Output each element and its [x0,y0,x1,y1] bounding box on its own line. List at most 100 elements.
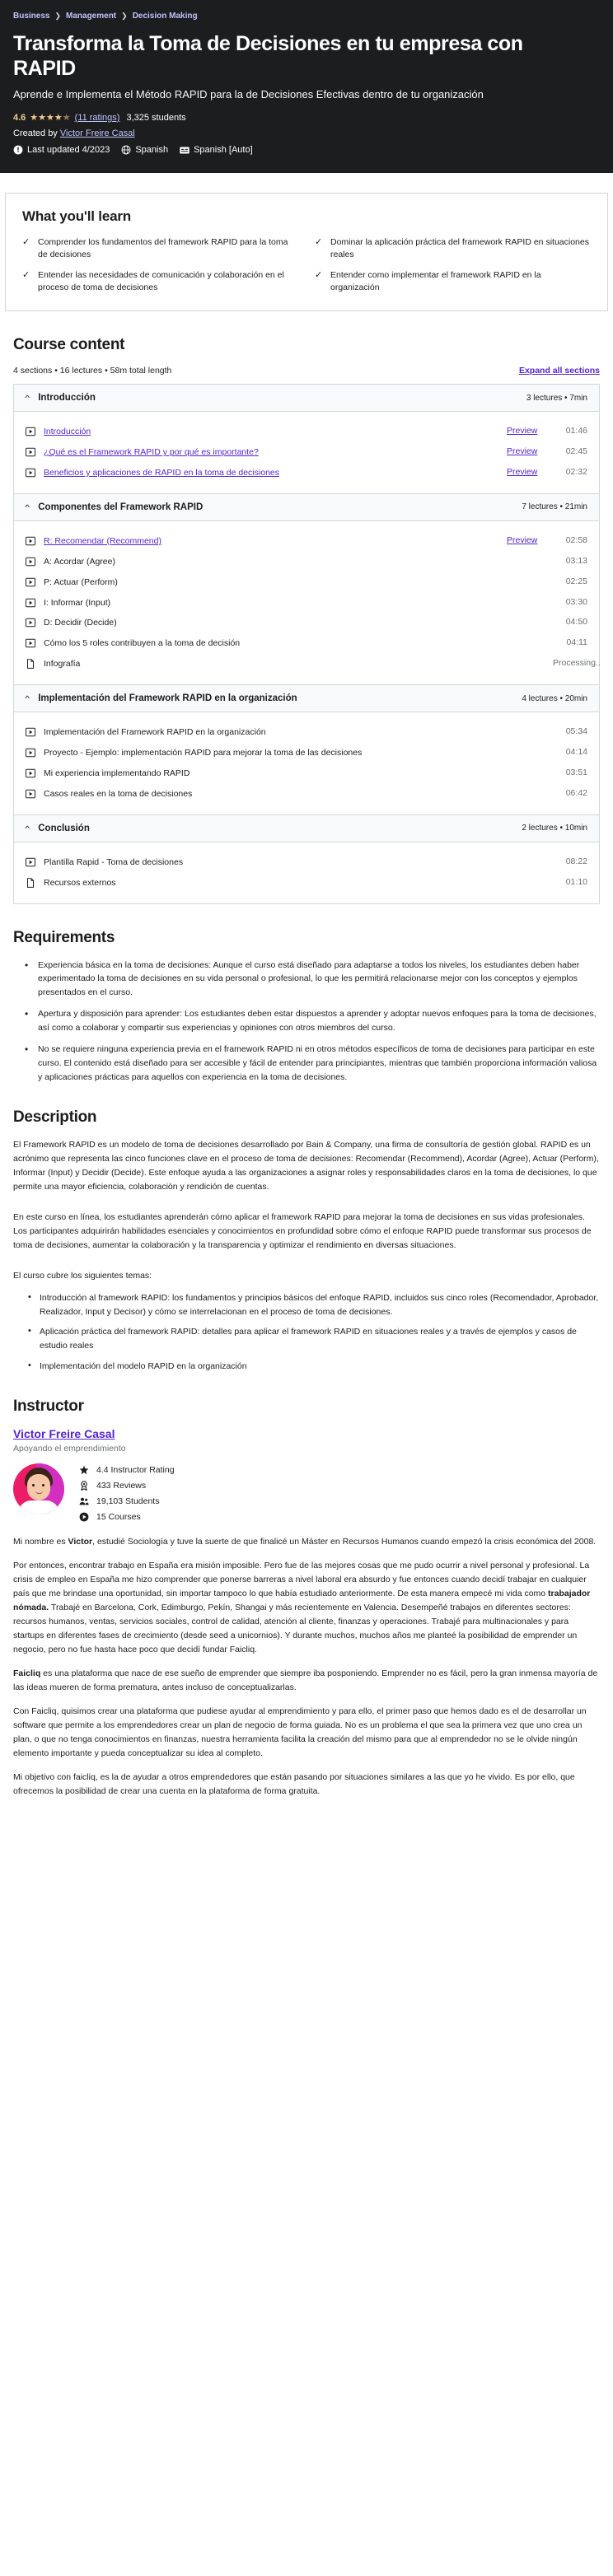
breadcrumb-item-business[interactable]: Business [13,12,49,21]
lecture-duration: 05:34 [565,726,587,737]
lecture-row[interactable]: R: Recomendar (Recommend) Preview 02:58 [14,531,599,552]
ratings-count-link[interactable]: (11 ratings) [75,113,120,123]
instructor-name-link[interactable]: Victor Freire Casal [13,1427,115,1440]
lecture-row[interactable]: Implementación del Framework RAPID en la… [14,722,599,743]
video-icon [26,598,35,608]
lecture-title[interactable]: Introducción [44,426,498,438]
award-icon [79,1481,89,1491]
curriculum-section-header[interactable]: ^ Introducción 3 lectures • 7min [14,385,599,413]
instructor-link[interactable]: Victor Freire Casal [60,128,135,138]
lecture-row[interactable]: Plantilla Rapid - Toma de decisiones 08:2… [14,852,599,873]
curriculum-lecture-list: Implementación del Framework RAPID en la… [14,712,599,814]
breadcrumb-item-management[interactable]: Management [66,12,116,21]
instructor-stat: 433 Reviews [79,1481,175,1491]
curriculum-section-meta: 4 lectures • 20min [522,693,587,703]
description-paragraph: En este curso en línea, los estudiantes … [13,1212,592,1251]
curriculum-section-title: Introducción [38,393,96,404]
breadcrumb-item-decision-making[interactable]: Decision Making [133,12,198,21]
requirement-item: Experiencia básica en la toma de decisio… [25,958,600,1000]
rating-value: 4.6 [13,112,26,123]
breadcrumb: Business ❯ Management ❯ Decision Making [13,12,600,21]
star-icon [79,1465,89,1475]
lecture-row[interactable]: Infografía Processing.. [14,654,601,674]
lecture-row[interactable]: Mi experiencia implementando RAPID 03:51 [14,763,599,784]
curriculum-lecture-list: Plantilla Rapid - Toma de decisiones 08:2… [14,842,599,903]
created-by-label: Created by [13,128,58,139]
instructor-stat-text: 4.4 Instructor Rating [96,1465,175,1476]
rating-row: 4.6 ★★★★★ (11 ratings) 3,325 students [13,112,600,124]
students-count: 3,325 students [126,112,186,123]
language-meta: Spanish [121,145,168,155]
lecture-title[interactable]: Beneficios y aplicaciones de RAPID en la… [44,467,498,479]
video-icon [26,468,35,478]
lecture-row[interactable]: P: Actuar (Perform) 02:25 [14,572,599,593]
lecture-row[interactable]: D: Decidir (Decide) 04:50 [14,613,599,633]
last-updated-meta: Last updated 4/2023 [13,145,110,155]
lecture-title: Infografía [44,659,81,670]
lecture-title: I: Informar (Input) [44,597,111,608]
document-icon [26,877,35,888]
video-icon [26,768,35,778]
lecture-row[interactable]: Cómo los 5 roles contribuyen a la toma d… [14,633,599,654]
description-topic-item: Implementación del modelo RAPID en la or… [28,1359,600,1374]
check-icon: ✓ [315,270,323,281]
captions-text: Spanish [Auto] [194,145,253,156]
lecture-preview-link[interactable]: Preview [507,446,545,456]
learn-item: ✓ Entender como implementar el framework… [315,269,591,294]
check-icon: ✓ [22,270,30,281]
instructor-bio-paragraph: Mi objetivo con faicliq, es la de ayudar… [13,1772,575,1797]
lecture-duration: 01:10 [565,876,587,887]
lecture-duration: 03:13 [565,555,587,566]
lecture-title: Mi experiencia implementando RAPID [44,768,190,778]
curriculum-section-header[interactable]: ^ Implementación del Framework RAPID en l… [14,685,599,713]
description-topic-item: Aplicación práctica del framework RAPID:… [28,1324,600,1352]
expand-all-sections-button[interactable]: Expand all sections [519,366,600,376]
lecture-row[interactable]: A: Acordar (Agree) 03:13 [14,552,599,572]
lecture-duration: 04:11 [566,637,588,648]
lecture-row[interactable]: Casos reales en la toma de decisiones 06:… [14,784,599,805]
users-icon [79,1496,89,1506]
lecture-title[interactable]: R: Recomendar (Recommend) [44,535,498,548]
lecture-duration: 02:25 [565,576,587,586]
avatar[interactable] [13,1463,64,1515]
instructor-bio-paragraph: Mi nombre es Victor, estudié Sociología … [13,1537,597,1547]
curriculum-lecture-list: Introducción Preview 01:46 ¿Qué es el Frame… [14,412,599,493]
lecture-row[interactable]: ¿Qué es el Framework RAPID y por qué es … [14,442,599,463]
instructor-bio: Mi nombre es Victor, estudié Sociología … [13,1535,600,1799]
instructor-bio-paragraph: Faicliq es una plataforma que nace de es… [13,1668,598,1693]
what-you-will-learn-grid: ✓ Comprender los fundamentos del framewo… [22,236,591,294]
lecture-row[interactable]: Introducción Preview 01:46 [14,422,599,442]
curriculum-section-header[interactable]: ^ Componentes del Framework RAPID 7 lectur… [14,493,599,521]
lecture-row[interactable]: Proyecto - Ejemplo: implementación RAPID… [14,743,599,763]
learn-item-text: Dominar la aplicación práctica del frame… [330,237,589,260]
lecture-preview-link[interactable]: Preview [507,535,545,545]
lecture-duration: 04:14 [565,747,587,758]
captions-meta: Spanish [Auto] [180,145,253,155]
course-content-title: Course content [13,336,125,354]
lecture-title[interactable]: ¿Qué es el Framework RAPID y por qué es … [44,446,498,459]
video-icon [26,789,35,799]
curriculum-section: ^ Conclusión 2 lectures • 10min Plantilla R… [14,814,599,904]
lecture-row[interactable]: I: Informar (Input) 03:30 [14,593,599,614]
instructor-stat-text: 15 Courses [96,1512,141,1523]
instructor-bio-paragraph: Por entonces, encontrar trabajo en Españ… [13,1561,591,1655]
curriculum-section-header[interactable]: ^ Conclusión 2 lectures • 10min [14,814,599,842]
learn-item-text: Comprender los fundamentos del framework… [38,237,288,260]
lecture-row[interactable]: Recursos externos 01:10 [14,873,599,894]
curriculum-section-meta: 7 lectures • 21min [522,502,587,512]
page-title: Transforma la Toma de Decisiones en tu e… [13,32,523,80]
lecture-title: A: Acordar (Agree) [44,556,115,567]
what-you-will-learn-title: What you'll learn [22,208,131,225]
instructor-stat: 19,103 Students [79,1496,175,1506]
video-icon [26,447,35,457]
play-icon [79,1512,89,1522]
lecture-preview-link[interactable]: Preview [507,426,545,436]
curriculum-lecture-list: R: Recomendar (Recommend) Preview 02:58 A: … [14,520,601,685]
lecture-row[interactable]: Beneficios y aplicaciones de RAPID en la… [14,463,599,483]
learn-item-text: Entender como implementar el framework R… [330,270,541,293]
lecture-duration: 02:45 [565,446,587,456]
instructor-stats: 4.4 Instructor Rating 433 Reviews 19,103 S… [79,1463,175,1522]
lecture-preview-link[interactable]: Preview [507,467,545,477]
chevron-up-icon: ^ [25,502,30,511]
curriculum-section-title: Componentes del Framework RAPID [38,502,204,512]
